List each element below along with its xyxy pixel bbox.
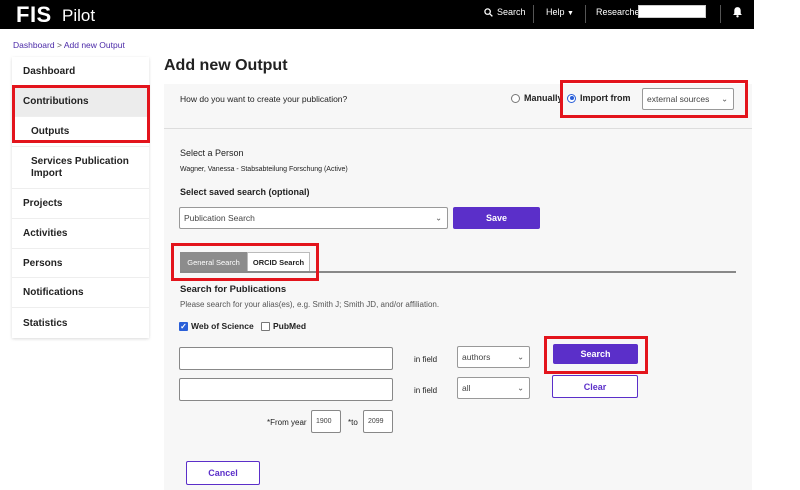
- in-field-label: in field: [414, 386, 438, 395]
- sidebar-item-label: Persons: [23, 257, 63, 269]
- highlight-box-search: [544, 336, 648, 374]
- chevron-down-icon: ▼: [567, 10, 574, 17]
- saved-search-select[interactable]: Publication Search ⌄: [179, 207, 448, 229]
- radio-manually-label: Manually: [524, 93, 563, 103]
- select-person-heading: Select a Person: [180, 148, 244, 158]
- from-year-input[interactable]: 1900: [311, 410, 341, 433]
- chevron-down-icon: ⌄: [517, 383, 524, 393]
- sidebar-item-activities[interactable]: Activities: [12, 219, 149, 249]
- field-select-1[interactable]: authors ⌄: [457, 346, 530, 368]
- sidebar-item-dashboard[interactable]: Dashboard: [12, 57, 149, 87]
- sidebar-item-notifications[interactable]: Notifications: [12, 278, 149, 308]
- bell-icon[interactable]: [732, 6, 743, 18]
- field-select-1-value: authors: [462, 352, 491, 362]
- nav-search-button[interactable]: Search: [484, 7, 526, 17]
- app-logo[interactable]: FIS: [16, 2, 52, 28]
- top-navbar: FIS Pilot Search Help ▼ Researcher: [0, 0, 754, 29]
- section-divider: [164, 128, 752, 129]
- checkbox-web-of-science-control[interactable]: ✓: [179, 321, 188, 331]
- sidebar-item-label: Services Publication Import: [31, 155, 129, 179]
- checkbox-pubmed-control[interactable]: [261, 321, 270, 331]
- from-year-label: *From year: [267, 418, 307, 427]
- saved-search-value: Publication Search: [184, 213, 255, 223]
- clear-button[interactable]: Clear: [552, 375, 638, 398]
- sidebar-item-statistics[interactable]: Statistics: [12, 308, 149, 338]
- save-button[interactable]: Save: [453, 207, 540, 229]
- page-margin: [754, 0, 800, 490]
- selected-person-value: Wagner, Vanessa - Stabsabteilung Forschu…: [180, 166, 348, 173]
- nav-role-label: Researcher: [596, 7, 643, 17]
- checkbox-web-of-science[interactable]: ✓ Web of Science: [179, 321, 254, 331]
- checkbox-pubmed[interactable]: PubMed: [261, 321, 306, 331]
- radio-manually-control[interactable]: [511, 93, 520, 103]
- search-hint: Please search for your alias(es), e.g. S…: [180, 300, 440, 309]
- sidebar-item-label: Notifications: [23, 287, 84, 298]
- breadcrumb-current: Add new Output: [63, 40, 125, 50]
- highlight-box-import: [560, 80, 748, 118]
- page-title: Add new Output: [164, 57, 288, 74]
- nav-search-label: Search: [497, 7, 526, 17]
- highlight-box-contributions: [12, 85, 150, 143]
- sidebar-item-label: Projects: [23, 198, 63, 209]
- create-method-question: How do you want to create your publicati…: [180, 94, 348, 104]
- sidebar-item-services-publication-import[interactable]: Services Publication Import: [12, 147, 149, 189]
- breadcrumb-home-link[interactable]: Dashboard: [13, 40, 55, 50]
- sidebar-item-label: Statistics: [23, 317, 68, 329]
- checkbox-pubmed-label: PubMed: [273, 321, 307, 331]
- nav-help-label: Help: [546, 7, 565, 17]
- sidebar-item-label: Dashboard: [23, 66, 76, 77]
- radio-manually[interactable]: Manually: [511, 93, 563, 103]
- breadcrumb-separator: >: [56, 40, 62, 50]
- nav-divider: [585, 5, 586, 23]
- saved-search-heading: Select saved search (optional): [180, 187, 310, 197]
- nav-divider: [720, 5, 721, 23]
- field-select-2-value: all: [462, 383, 471, 393]
- search-icon: [484, 7, 493, 17]
- nav-user-menu[interactable]: [638, 5, 706, 18]
- cancel-button[interactable]: Cancel: [186, 461, 260, 485]
- chevron-down-icon: ⌄: [517, 352, 524, 362]
- to-year-input[interactable]: 2099: [363, 410, 393, 433]
- in-field-label: in field: [414, 355, 438, 364]
- app-logo-subtitle: Pilot: [62, 6, 96, 25]
- nav-divider: [533, 5, 534, 23]
- sidebar-item-projects[interactable]: Projects: [12, 189, 149, 219]
- search-term-input-1[interactable]: [179, 347, 393, 370]
- search-term-input-2[interactable]: [179, 378, 393, 401]
- chevron-down-icon: ⌄: [435, 213, 442, 223]
- field-select-2[interactable]: all ⌄: [457, 377, 530, 399]
- search-publications-heading: Search for Publications: [180, 284, 287, 295]
- highlight-box-tabs: [171, 243, 319, 281]
- sidebar-item-persons[interactable]: Persons: [12, 249, 149, 278]
- checkbox-web-of-science-label: Web of Science: [191, 321, 254, 331]
- to-year-label: *to: [348, 418, 358, 427]
- sidebar-item-label: Activities: [23, 228, 68, 239]
- breadcrumb: Dashboard > Add new Output: [13, 40, 125, 50]
- nav-help-menu[interactable]: Help ▼: [546, 7, 574, 17]
